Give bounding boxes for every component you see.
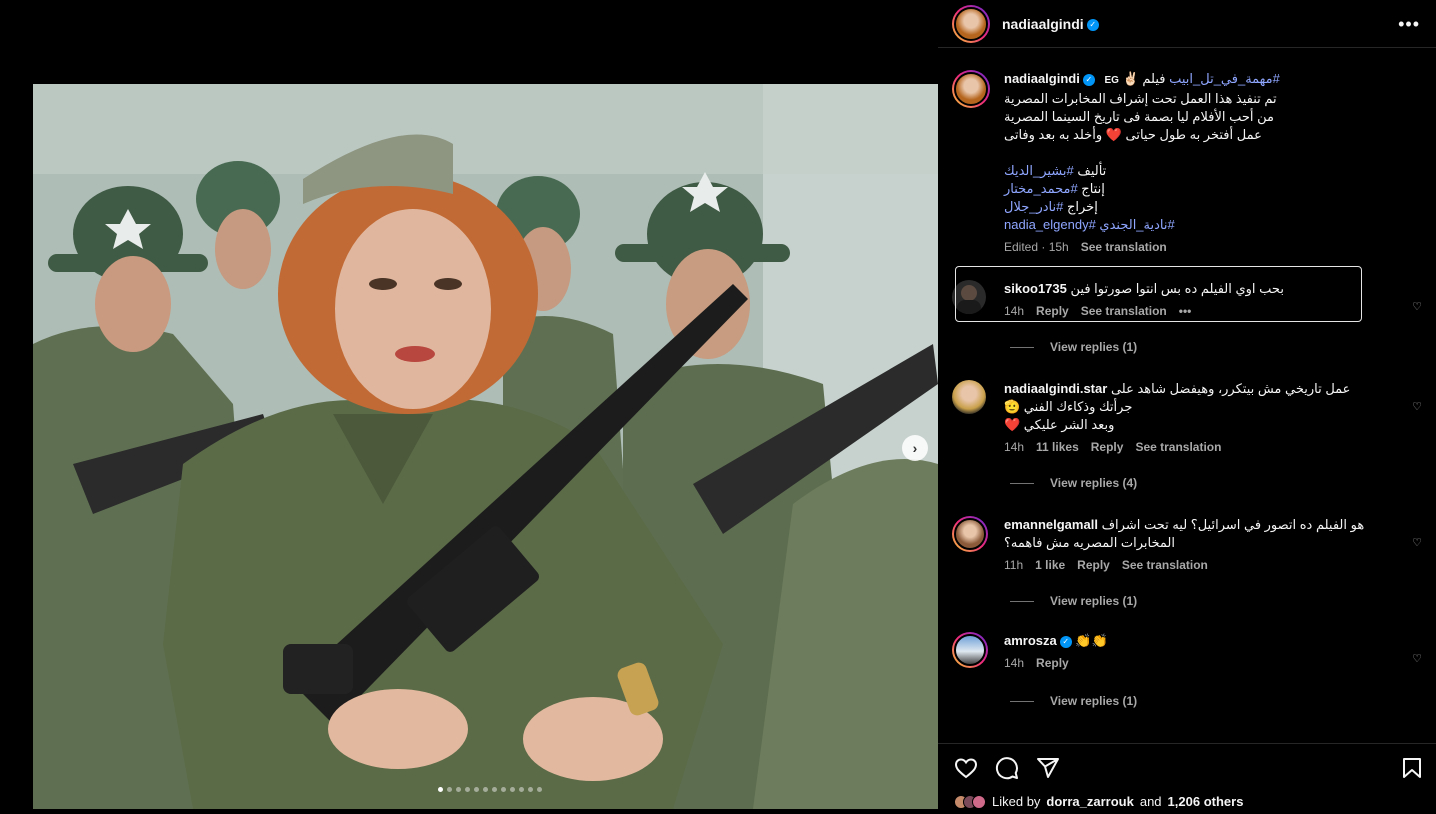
comment-username[interactable]: amrosza xyxy=(1004,633,1057,648)
carousel-dot xyxy=(519,787,524,792)
view-replies-label[interactable]: View replies (1) xyxy=(1050,694,1137,708)
liker-avatar xyxy=(972,794,986,809)
reply-button[interactable]: Reply xyxy=(1091,438,1124,456)
country-code: EG xyxy=(1104,75,1119,86)
comment-time: 11h xyxy=(1004,558,1024,572)
commenter-avatar[interactable] xyxy=(952,516,988,552)
comment-time: 14h xyxy=(1004,440,1025,454)
liked-by-others[interactable]: 1,206 others xyxy=(1168,794,1244,809)
carousel-dot xyxy=(474,787,479,792)
photo-illustration xyxy=(33,84,938,809)
see-translation-link[interactable]: See translation xyxy=(1122,556,1208,574)
comment-username[interactable]: emannelgamall xyxy=(1004,517,1098,532)
like-comment-icon[interactable]: ♡ xyxy=(1412,536,1422,549)
comment-likes[interactable]: 11 likes xyxy=(1036,438,1079,456)
post-photo[interactable] xyxy=(33,84,938,809)
caption-avatar[interactable] xyxy=(952,70,990,108)
comment-text: وبعد الشر عليكي ❤️ xyxy=(1004,417,1115,432)
more-options-icon[interactable]: ••• xyxy=(1398,14,1420,35)
credit-director: إخراج #نادر_جلال xyxy=(1004,198,1384,216)
carousel-dot xyxy=(465,787,470,792)
comment-likes[interactable]: 1 like xyxy=(1035,556,1065,574)
verified-icon: ✓ xyxy=(1082,73,1095,86)
credit-writer: تأليف #بشير_الديك xyxy=(1004,162,1384,180)
view-replies-button[interactable]: View replies (1) xyxy=(1010,340,1137,354)
post-header: nadiaalgindi ✓ ••• xyxy=(938,0,1436,48)
view-replies-label[interactable]: View replies (4) xyxy=(1050,476,1137,490)
comment-text: هو الفيلم ده اتصور في اسرائيل؟ ليه تحت ا… xyxy=(1101,517,1365,532)
like-comment-icon[interactable]: ♡ xyxy=(1412,400,1422,413)
credit-label: إنتاج xyxy=(1081,181,1105,196)
commenter-avatar[interactable] xyxy=(952,380,986,414)
comment-time: 14h xyxy=(1004,656,1025,670)
see-translation-link[interactable]: See translation xyxy=(1135,438,1221,456)
author-username[interactable]: nadiaalgindi ✓ xyxy=(1002,16,1099,32)
action-bar xyxy=(938,743,1436,791)
carousel-dot xyxy=(447,787,452,792)
next-photo-button[interactable]: › xyxy=(902,435,928,461)
view-replies-button[interactable]: View replies (1) xyxy=(1010,594,1137,608)
caption-line-2: تم تنفيذ هذا العمل تحت إشراف المخابرات ا… xyxy=(1004,91,1277,106)
author-avatar[interactable] xyxy=(952,4,990,43)
like-heart-icon[interactable] xyxy=(954,756,978,780)
verified-icon: ✓ xyxy=(1086,18,1099,31)
comment-username[interactable]: nadiaalgindi.star xyxy=(1004,381,1107,396)
hashtag-link[interactable]: #مهمة_في_تل_ابيب xyxy=(1169,71,1280,86)
hashtag-link[interactable]: #نادر_جلال xyxy=(1004,199,1063,214)
carousel-dot xyxy=(438,787,443,792)
comment-bubble-icon[interactable] xyxy=(995,756,1019,780)
liked-by-and: and xyxy=(1139,794,1162,809)
carousel-dot xyxy=(492,787,497,792)
victory-emoji: ✌🏻 xyxy=(1122,71,1139,86)
caption-line-1: #مهمة_في_تل_ابيب فيلم xyxy=(1142,71,1280,86)
carousel-dot xyxy=(501,787,506,792)
save-bookmark-icon[interactable] xyxy=(1400,756,1424,780)
comment-text: 👏👏 xyxy=(1075,633,1108,648)
hashtag-link[interactable]: #بشير_الديك xyxy=(1004,163,1074,178)
caption-line-4: عمل أفتخر به طول حياتى ❤️ وأخلد به بعد و… xyxy=(1004,127,1262,142)
see-translation-link[interactable]: See translation xyxy=(1081,238,1167,256)
like-comment-icon[interactable]: ♡ xyxy=(1412,300,1422,313)
credit-producer: إنتاج #محمد_مختار xyxy=(1004,180,1384,198)
author-username-text[interactable]: nadiaalgindi xyxy=(1002,16,1084,32)
comment-text: المخابرات المصريه مش فاهمه؟ xyxy=(1004,535,1175,550)
carousel-dots xyxy=(438,787,542,792)
liked-by: Liked by dorra_zarrouk and 1,206 others xyxy=(954,794,1243,809)
view-replies-button[interactable]: View replies (4) xyxy=(1010,476,1137,490)
caption-line-3: من أحب الأفلام ليا بصمة فى تاريخ السينما… xyxy=(1004,109,1274,124)
like-comment-icon[interactable]: ♡ xyxy=(1412,652,1422,665)
view-replies-button[interactable]: View replies (1) xyxy=(1010,694,1137,708)
view-replies-label[interactable]: View replies (1) xyxy=(1050,594,1137,608)
comment-text: جرأتك وذكاءك الفني 🫡 xyxy=(1004,399,1133,414)
post-sidebar: nadiaalgindi ✓ ••• nadiaalgindi ✓ EG ✌🏻 #م… xyxy=(938,0,1436,814)
caption-username[interactable]: nadiaalgindi xyxy=(1004,71,1080,86)
verified-icon: ✓ xyxy=(1059,635,1072,648)
liked-by-avatars[interactable] xyxy=(954,794,986,809)
caption-hashtags[interactable]: nadia_elgendy# نادية_الجندي# xyxy=(1004,216,1384,234)
comment-highlight-outline xyxy=(955,266,1362,322)
commenter-avatar[interactable] xyxy=(952,632,988,668)
carousel-dot xyxy=(537,787,542,792)
credit-label: إخراج xyxy=(1066,199,1098,214)
view-replies-label[interactable]: View replies (1) xyxy=(1050,340,1137,354)
comment-text: عمل تاريخي مش بيتكرر، وهيفضل شاهد على xyxy=(1110,381,1351,396)
caption-edited-time: Edited · 15h xyxy=(1004,240,1069,254)
credit-label: تأليف xyxy=(1077,163,1107,178)
carousel-dot xyxy=(510,787,515,792)
carousel-dot xyxy=(483,787,488,792)
share-send-icon[interactable] xyxy=(1036,756,1060,780)
reply-button[interactable]: Reply xyxy=(1036,654,1069,672)
media-area: › xyxy=(0,0,938,814)
hashtag-link[interactable]: #محمد_مختار xyxy=(1004,181,1078,196)
liked-by-user[interactable]: dorra_zarrouk xyxy=(1046,794,1133,809)
reply-button[interactable]: Reply xyxy=(1077,556,1110,574)
carousel-dot xyxy=(528,787,533,792)
comments-list[interactable]: nadiaalgindi ✓ EG ✌🏻 #مهمة_في_تل_ابيب فيل… xyxy=(938,48,1436,743)
liked-by-prefix: Liked by xyxy=(992,794,1041,809)
carousel-dot xyxy=(456,787,461,792)
